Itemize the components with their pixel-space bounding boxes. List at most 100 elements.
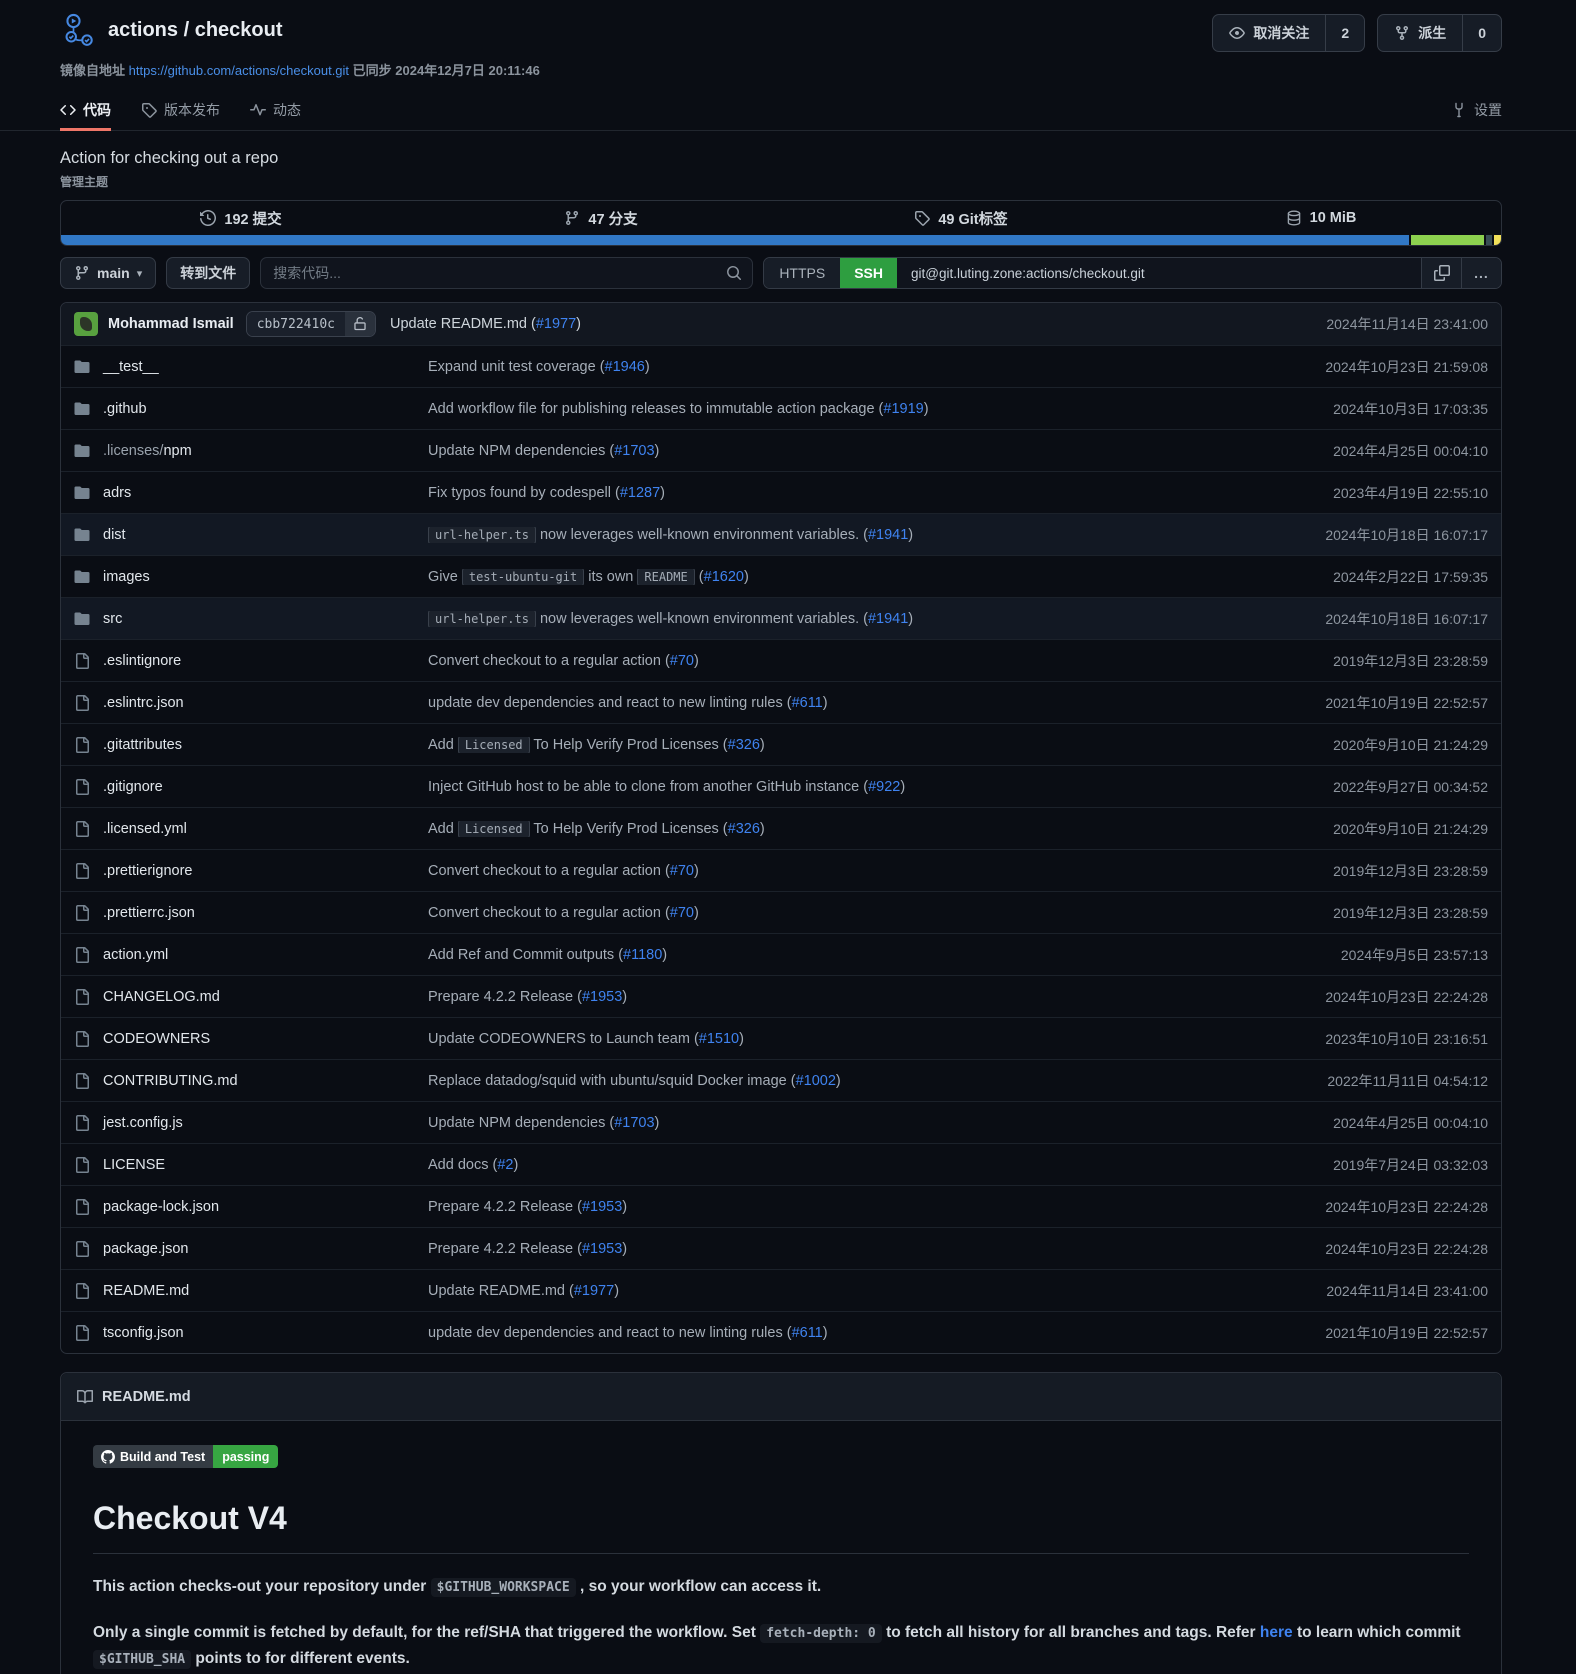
commit-sha[interactable]: cbb722410c: [247, 312, 345, 336]
language-segment[interactable]: [61, 235, 1409, 245]
folder-icon: [74, 611, 90, 627]
branch-selector[interactable]: main ▾: [60, 257, 156, 289]
issue-link[interactable]: #922: [868, 779, 900, 795]
mirror-synced: 已同步 2024年12月7日 20:11:46: [353, 63, 540, 78]
tab-code[interactable]: 代码: [60, 91, 111, 131]
file-name-link[interactable]: adrs: [103, 485, 131, 501]
repo-stats-box: 192 提交 47 分支 49 Git标签 10 MiB: [60, 200, 1502, 246]
tab-releases[interactable]: 版本发布: [141, 91, 220, 131]
fork-icon: [1394, 25, 1410, 41]
issue-link[interactable]: #70: [670, 905, 694, 921]
file-row: LICENSEAdd docs (#2)2019年7月24日 03:32:03: [61, 1143, 1501, 1185]
unwatch-button[interactable]: 取消关注 2: [1212, 14, 1365, 52]
github-icon: [101, 1450, 115, 1464]
file-name-link[interactable]: LICENSE: [103, 1157, 165, 1173]
file-name-link[interactable]: tsconfig.json: [103, 1325, 184, 1341]
clone-more-button[interactable]: ...: [1461, 258, 1501, 288]
tab-activity[interactable]: 动态: [250, 91, 301, 131]
issue-link[interactable]: #1941: [868, 611, 908, 627]
file-name-link[interactable]: .licenses/npm: [103, 443, 192, 459]
issue-link[interactable]: #1287: [620, 485, 660, 501]
issue-link[interactable]: #1977: [536, 316, 576, 332]
search-input[interactable]: [260, 257, 753, 289]
file-name-link[interactable]: .gitattributes: [103, 737, 182, 753]
issue-link[interactable]: #611: [792, 1325, 823, 1341]
file-name-link[interactable]: images: [103, 569, 150, 585]
file-name-link[interactable]: CODEOWNERS: [103, 1031, 210, 1047]
file-icon: [74, 947, 90, 963]
stat-size[interactable]: 10 MiB: [1141, 210, 1501, 226]
issue-link[interactable]: #70: [670, 653, 694, 669]
fork-label: 派生: [1418, 23, 1446, 43]
language-segment[interactable]: [1492, 235, 1501, 245]
issue-link[interactable]: #2: [497, 1157, 513, 1173]
clone-https-button[interactable]: HTTPS: [764, 258, 840, 288]
issue-link[interactable]: #611: [792, 695, 823, 711]
file-name-link[interactable]: .eslintignore: [103, 653, 181, 669]
issue-link[interactable]: #1953: [582, 1199, 622, 1215]
file-name-link[interactable]: README.md: [103, 1283, 189, 1299]
eye-icon: [1229, 25, 1245, 41]
issue-link[interactable]: here: [1260, 1624, 1293, 1641]
issue-link[interactable]: #1953: [582, 989, 622, 1005]
fork-count[interactable]: 0: [1462, 15, 1501, 51]
commit-sha-badge[interactable]: cbb722410c: [246, 311, 376, 337]
file-commit-date: 2024年10月23日 22:24:28: [1238, 1239, 1488, 1259]
stat-tags[interactable]: 49 Git标签: [781, 208, 1141, 229]
copy-icon[interactable]: [1421, 258, 1461, 288]
file-name-link[interactable]: package-lock.json: [103, 1199, 219, 1215]
file-name-link[interactable]: action.yml: [103, 947, 168, 963]
issue-link[interactable]: #326: [728, 821, 760, 837]
stat-commits[interactable]: 192 提交: [61, 208, 421, 229]
manage-topics-link[interactable]: 管理主题: [60, 173, 108, 190]
issue-link[interactable]: #1919: [883, 401, 923, 417]
language-bar[interactable]: [61, 235, 1501, 245]
file-name-link[interactable]: dist: [103, 527, 126, 543]
issue-link[interactable]: #1977: [574, 1283, 614, 1299]
file-name-link[interactable]: .prettierrc.json: [103, 905, 195, 921]
issue-link[interactable]: #1941: [868, 527, 908, 543]
clone-url-field[interactable]: git@git.luting.zone:actions/checkout.git: [897, 258, 1421, 288]
ci-badge[interactable]: Build and Test passing: [93, 1445, 278, 1468]
fork-button[interactable]: 派生 0: [1377, 14, 1502, 52]
goto-file-button[interactable]: 转到文件: [166, 257, 250, 289]
file-name-link[interactable]: jest.config.js: [103, 1115, 183, 1131]
file-name-link[interactable]: .github: [103, 401, 147, 417]
file-name-link[interactable]: .gitignore: [103, 779, 163, 795]
issue-link[interactable]: #1703: [614, 1115, 654, 1131]
file-name-link[interactable]: src: [103, 611, 122, 627]
language-segment[interactable]: [1409, 235, 1484, 245]
file-name-link[interactable]: CONTRIBUTING.md: [103, 1073, 238, 1089]
issue-link[interactable]: #1703: [614, 443, 654, 459]
file-commit-date: 2022年11月11日 04:54:12: [1238, 1071, 1488, 1091]
file-name-link[interactable]: CHANGELOG.md: [103, 989, 220, 1005]
file-commit-date: 2019年12月3日 23:28:59: [1238, 861, 1488, 881]
avatar[interactable]: [74, 312, 98, 336]
stat-tags-label: 49 Git标签: [938, 208, 1007, 229]
issue-link[interactable]: #1510: [699, 1031, 739, 1047]
issue-link[interactable]: #70: [670, 863, 694, 879]
watch-count[interactable]: 2: [1325, 15, 1364, 51]
language-segment[interactable]: [1484, 235, 1493, 245]
issue-link[interactable]: #326: [728, 737, 760, 753]
issue-link[interactable]: #1002: [796, 1073, 836, 1089]
file-name-link[interactable]: .prettierignore: [103, 863, 192, 879]
issue-link[interactable]: #1953: [582, 1241, 622, 1257]
stat-branches[interactable]: 47 分支: [421, 208, 781, 229]
file-name-link[interactable]: __test__: [103, 359, 159, 375]
clone-ssh-button[interactable]: SSH: [840, 258, 897, 288]
tab-settings[interactable]: 设置: [1451, 91, 1502, 131]
file-name-link[interactable]: package.json: [103, 1241, 188, 1257]
readme-header[interactable]: README.md: [61, 1373, 1501, 1421]
issue-link[interactable]: #1180: [623, 947, 662, 963]
file-name-link[interactable]: .eslintrc.json: [103, 695, 184, 711]
file-commit-message: Prepare 4.2.2 Release (#1953): [428, 1241, 1238, 1257]
issue-link[interactable]: #1620: [704, 569, 744, 585]
file-commit-date: 2019年12月3日 23:28:59: [1238, 903, 1488, 923]
file-name-link[interactable]: .licensed.yml: [103, 821, 187, 837]
database-icon: [1286, 210, 1302, 226]
mirror-url-link[interactable]: https://github.com/actions/checkout.git: [129, 63, 349, 78]
issue-link[interactable]: #1946: [605, 359, 645, 375]
search-icon[interactable]: [726, 265, 742, 281]
commit-author[interactable]: Mohammad Ismail: [108, 316, 234, 332]
